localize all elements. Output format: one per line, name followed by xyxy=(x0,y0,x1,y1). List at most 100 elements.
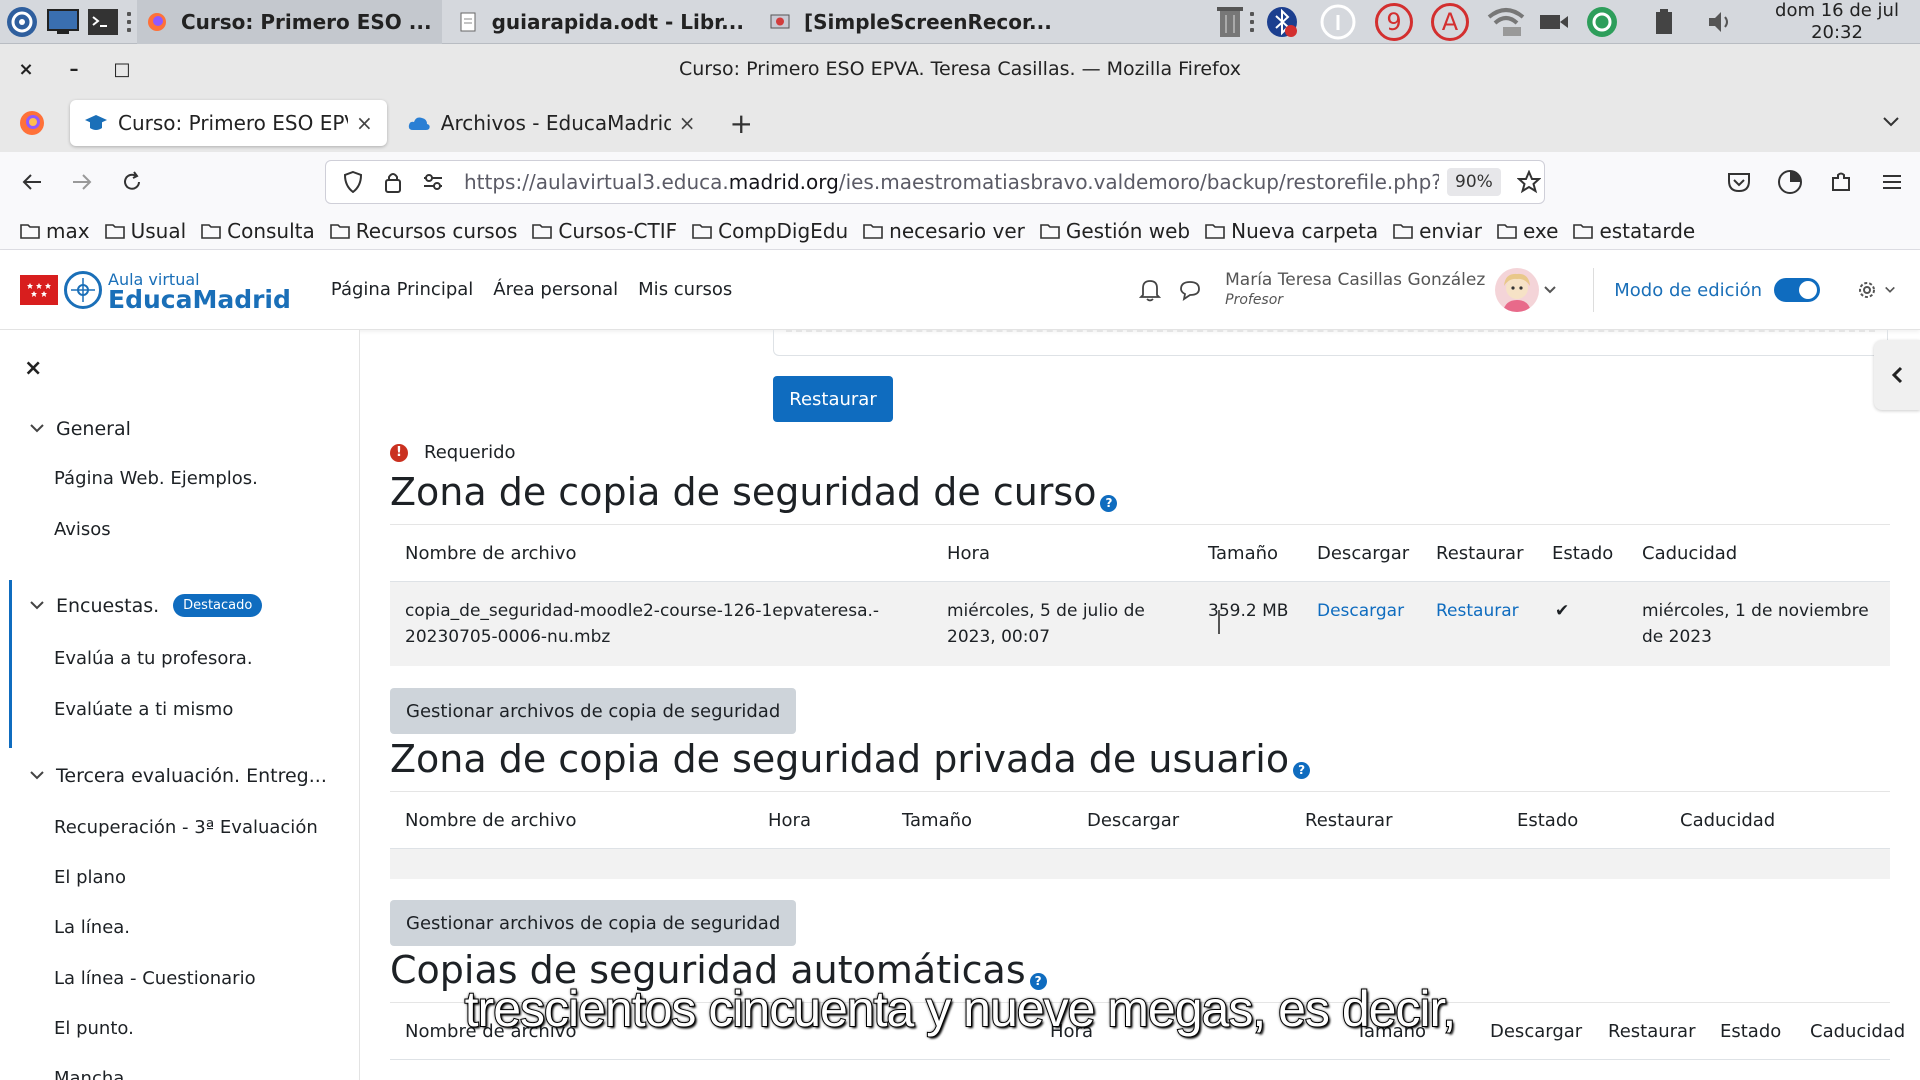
tab-curso[interactable]: Curso: Primero ESO EPVA × xyxy=(70,100,387,146)
show-desktop-icon[interactable] xyxy=(45,5,81,39)
info-icon[interactable] xyxy=(1318,2,1358,42)
pocket-icon[interactable] xyxy=(1721,164,1757,200)
tray-separator xyxy=(1250,12,1254,32)
restore-link[interactable]: Restaurar xyxy=(1436,598,1519,624)
tab-close-button[interactable]: × xyxy=(679,111,696,135)
bookmark-folder[interactable]: Consulta xyxy=(201,219,315,243)
app-launcher-icon[interactable] xyxy=(3,3,41,41)
lock-icon[interactable] xyxy=(380,169,406,195)
table-header: Nombre de archivo Hora Tamaño Descargar … xyxy=(390,791,1890,849)
notifications-bell-icon[interactable] xyxy=(1135,275,1165,305)
list-all-tabs-icon[interactable] xyxy=(1880,110,1902,132)
reload-icon[interactable] xyxy=(114,164,150,200)
course-index-item[interactable]: Avisos xyxy=(54,519,111,540)
section-tercera-evaluacion[interactable]: Tercera evaluación. Entreg... xyxy=(0,765,327,787)
course-index-item[interactable]: Recuperación - 3ª Evaluación xyxy=(54,817,318,838)
help-icon[interactable]: ? xyxy=(1293,761,1311,779)
user-menu[interactable]: María Teresa Casillas González Profesor xyxy=(1225,270,1485,310)
tab-title: Curso: Primero ESO EPVA xyxy=(118,111,348,135)
course-index-item[interactable]: El punto. xyxy=(54,1018,134,1039)
tab-archivos[interactable]: Archivos - EducaMadrid C × xyxy=(393,100,710,146)
trash-icon[interactable] xyxy=(1210,2,1250,42)
course-index-item[interactable]: Página Web. Ejemplos. xyxy=(54,468,258,489)
manage-user-backups-button[interactable]: Gestionar archivos de copia de seguridad xyxy=(390,900,797,946)
bookmark-star-icon[interactable] xyxy=(1516,170,1541,194)
col-download: Descargar xyxy=(1317,543,1410,564)
chevron-down-icon[interactable] xyxy=(22,423,52,435)
chevron-down-icon[interactable] xyxy=(1543,283,1557,297)
graduation-cap-icon xyxy=(85,115,107,130)
window-close-button[interactable]: × xyxy=(2,59,50,80)
url-bar[interactable]: https://aulavirtual3.educa.madrid.org/ie… xyxy=(325,160,1545,204)
nav-pagina-principal[interactable]: Página Principal xyxy=(331,279,473,300)
close-drawer-icon[interactable]: × xyxy=(24,356,42,381)
nav-area-personal[interactable]: Área personal xyxy=(493,279,618,300)
camera-icon[interactable] xyxy=(1534,2,1574,42)
bookmark-folder[interactable]: exe xyxy=(1497,219,1558,243)
task-libreoffice[interactable]: guiarapida.odt - Libr... xyxy=(448,0,754,44)
bookmark-folder[interactable]: CompDigEdu xyxy=(692,219,848,243)
volume-icon[interactable] xyxy=(1700,2,1740,42)
bookmark-folder[interactable]: Recursos cursos xyxy=(329,219,517,243)
task-screenrecorder[interactable]: [SimpleScreenRecor... xyxy=(760,0,1062,44)
table-row: copia_de_seguridad-moodle2-course-126-1e… xyxy=(390,582,1890,666)
extensions-icon[interactable] xyxy=(1823,164,1859,200)
bookmark-folder[interactable]: Nueva carpeta xyxy=(1205,219,1378,243)
chevron-down-icon[interactable] xyxy=(22,600,52,612)
chevron-down-icon[interactable] xyxy=(22,770,52,782)
new-tab-button[interactable]: + xyxy=(730,107,753,140)
course-index-item[interactable]: Evalúa a tu profesora. xyxy=(54,648,253,669)
task-firefox[interactable]: Curso: Primero ESO ... xyxy=(137,0,442,44)
course-index-item[interactable]: La línea. xyxy=(54,917,130,938)
zoom-level-button[interactable]: 90% xyxy=(1447,168,1501,196)
tab-close-button[interactable]: × xyxy=(356,111,373,135)
help-icon[interactable]: ? xyxy=(1100,494,1118,512)
bookmark-folder[interactable]: Usual xyxy=(104,219,186,243)
open-block-drawer-button[interactable] xyxy=(1874,340,1920,410)
bookmark-folder[interactable]: estatarde xyxy=(1573,219,1695,243)
url-text[interactable]: https://aulavirtual3.educa.madrid.org/ie… xyxy=(464,170,1439,194)
messages-icon[interactable] xyxy=(1175,275,1205,305)
edit-mode-toggle[interactable] xyxy=(1774,278,1820,302)
wifi-icon[interactable] xyxy=(1486,2,1526,42)
restore-button[interactable]: Restaurar xyxy=(773,376,893,422)
section-general[interactable]: General xyxy=(0,418,131,440)
firefox-view-icon[interactable] xyxy=(18,109,46,137)
file-drop-area[interactable] xyxy=(773,330,1888,356)
forward-icon[interactable] xyxy=(64,164,100,200)
course-index-item[interactable]: Mancha xyxy=(54,1068,124,1080)
help-icon[interactable]: ? xyxy=(1029,972,1047,990)
course-index-item[interactable]: La línea - Cuestionario xyxy=(54,968,256,989)
window-maximize-button[interactable]: □ xyxy=(98,59,146,80)
clock[interactable]: dom 16 de jul 20:32 xyxy=(1762,0,1912,44)
folder-icon xyxy=(1573,223,1594,239)
bookmark-folder[interactable]: Gestión web xyxy=(1040,219,1190,243)
avatar[interactable] xyxy=(1495,268,1540,312)
settings-gear-icon[interactable] xyxy=(1856,279,1896,301)
terminal-icon[interactable] xyxy=(85,5,121,39)
chevron-down-icon xyxy=(1885,286,1895,293)
download-link[interactable]: Descargar xyxy=(1317,598,1404,624)
course-index-item[interactable]: El plano xyxy=(54,867,126,888)
permissions-icon[interactable] xyxy=(420,169,446,195)
course-index-item[interactable]: Evalúate a ti mismo xyxy=(54,699,233,720)
section-encuestas[interactable]: Encuestas. Destacado xyxy=(0,594,263,617)
window-minimize-button[interactable]: – xyxy=(50,59,98,80)
site-logo[interactable]: Aula virtual EducaMadrid xyxy=(20,270,291,312)
keyboard-layout-icon[interactable]: A xyxy=(1430,2,1470,42)
bookmark-folder[interactable]: max xyxy=(20,219,90,243)
bookmark-folder[interactable]: necesario ver xyxy=(863,219,1025,243)
notification-count-icon[interactable]: 9 xyxy=(1374,2,1414,42)
battery-icon[interactable] xyxy=(1644,2,1684,42)
bookmark-folder[interactable]: Cursos-CTIF xyxy=(532,219,677,243)
nav-mis-cursos[interactable]: Mis cursos xyxy=(638,279,732,300)
vpn-icon[interactable] xyxy=(1582,2,1622,42)
bluetooth-icon[interactable] xyxy=(1262,2,1302,42)
bookmark-folder[interactable]: enviar xyxy=(1393,219,1482,243)
manage-course-backups-button[interactable]: Gestionar archivos de copia de seguridad xyxy=(390,688,797,734)
account-sync-icon[interactable] xyxy=(1772,164,1808,200)
tracking-protection-shield-icon[interactable] xyxy=(340,169,366,195)
app-menu-icon[interactable] xyxy=(1874,164,1910,200)
col-filename: Nombre de archivo xyxy=(405,1021,577,1042)
back-icon[interactable] xyxy=(14,164,50,200)
